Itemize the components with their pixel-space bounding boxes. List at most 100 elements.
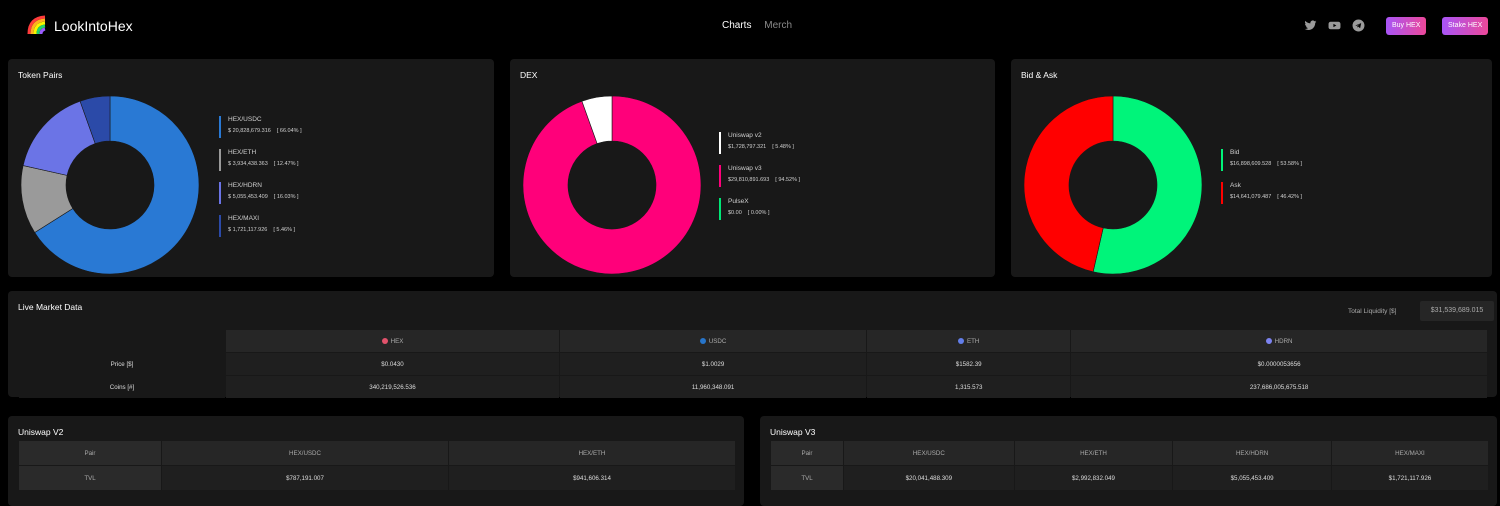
card-title: Bid & Ask xyxy=(1021,70,1058,80)
legend-item-hex-eth[interactable]: HEX/ETH $ 3,934,438.363 [ 12.47% ] xyxy=(219,149,299,171)
table-row: TVL $20,041,488.309 $2,992,832.049 $5,05… xyxy=(771,466,1488,490)
stake-hex-button[interactable]: Stake HEX xyxy=(1442,17,1489,35)
legend-name: PulseX xyxy=(728,198,749,205)
legend-percent: [ 46.42% ] xyxy=(1277,194,1303,200)
table-cell: $5,055,453.409 xyxy=(1173,466,1331,490)
legend-item-pulsex[interactable]: PulseX $0.00 [ 0.00% ] xyxy=(719,198,769,220)
youtube-icon[interactable] xyxy=(1328,19,1341,32)
table-header-row: Pair HEX/USDC HEX/ETH HEX/HDRN HEX/MAXI xyxy=(771,441,1488,465)
legend-name: HEX/HDRN xyxy=(228,182,262,189)
legend-percent: [ 5.46% ] xyxy=(273,227,296,233)
legend-name: HEX/MAXI xyxy=(228,215,260,222)
legend-percent: [ 94.52% ] xyxy=(775,177,801,183)
dex-card: DEX Uniswap v2 $1,728,797.321 [ 5.48% ] U… xyxy=(510,59,995,277)
card-title: Uniswap V2 xyxy=(18,427,64,437)
legend-item-hex-maxi[interactable]: HEX/MAXI $ 1,721,117.926 [ 5.46% ] xyxy=(219,215,295,237)
table-row: Coins [#] 340,219,526.536 11,960,348.091… xyxy=(19,376,1487,398)
table-cell: 1,315.573 xyxy=(867,376,1071,398)
legend-value: $0.00 xyxy=(728,210,742,216)
brand-name[interactable]: LookIntoHex xyxy=(54,18,133,34)
table-cell: $1,721,117.926 xyxy=(1331,466,1488,490)
legend-item-uniswap-v2[interactable]: Uniswap v2 $1,728,797.321 [ 5.48% ] xyxy=(719,132,794,154)
table-cell: $787,191.007 xyxy=(162,466,448,490)
legend-name: HEX/USDC xyxy=(228,116,262,123)
column-header: HEX/USDC xyxy=(844,441,1014,465)
telegram-icon[interactable] xyxy=(1352,19,1365,32)
table-cell: $20,041,488.309 xyxy=(844,466,1014,490)
row-label: TVL xyxy=(771,466,843,490)
twitter-icon[interactable] xyxy=(1304,19,1317,32)
rainbow-logo-icon[interactable] xyxy=(26,14,48,36)
legend-value: $14,641,079.487 xyxy=(1230,194,1272,200)
legend-item-ask[interactable]: Ask $14,641,079.487 [ 46.42% ] xyxy=(1221,182,1302,204)
card-title: Token Pairs xyxy=(18,70,63,80)
legend-item-hex-hdrn[interactable]: HEX/HDRN $ 5,055,453.409 [ 16.03% ] xyxy=(219,182,299,204)
table-header-row: Pair HEX/USDC HEX/ETH xyxy=(19,441,735,465)
legend-name: Bid xyxy=(1230,149,1240,156)
column-header-usdc: USDC xyxy=(559,330,867,352)
market-table: HEX USDC ETH HDRN Price [$] $0.0430 $1.0… xyxy=(18,329,1488,399)
legend-name: Uniswap v2 xyxy=(728,132,762,139)
social-links xyxy=(1304,19,1365,32)
table-cell: 237,686,005,675.518 xyxy=(1071,376,1487,398)
legend-value: $ 3,934,438.363 xyxy=(228,161,268,167)
top-bar: LookIntoHex Charts Merch Buy HEX Stake H… xyxy=(0,0,1500,52)
bid-ask-card: Bid & Ask Bid $16,898,609.528[ 53.58% ] … xyxy=(1011,59,1492,277)
column-header-hdrn: HDRN xyxy=(1071,330,1487,352)
table-row: TVL $787,191.007 $941,606.314 xyxy=(19,466,735,490)
column-header: HEX/ETH xyxy=(1014,441,1173,465)
legend-value: $ 5,055,453.409 xyxy=(228,194,268,200)
table-row: Price [$] $0.0430 $1.0029 $1582.39 $0.00… xyxy=(19,353,1487,375)
row-label: Price [$] xyxy=(19,353,225,375)
legend-value: $1,728,797.321 xyxy=(728,144,767,150)
dex-donut[interactable] xyxy=(522,95,702,275)
column-header: HEX/HDRN xyxy=(1173,441,1331,465)
nav-merch[interactable]: Merch xyxy=(764,20,792,31)
legend-percent: [ 12.47% ] xyxy=(273,161,299,167)
legend-name: Ask xyxy=(1230,182,1241,189)
table-cell: $2,992,832.049 xyxy=(1014,466,1173,490)
token-pairs-card: Token Pairs HEX/USDC $ 20,828,679.316 [ 6… xyxy=(8,59,494,277)
usdc-coin-icon xyxy=(699,337,706,344)
token-pairs-donut[interactable] xyxy=(20,95,200,275)
buy-hex-button[interactable]: Buy HEX xyxy=(1386,17,1427,35)
table-cell: $1.0029 xyxy=(559,353,867,375)
legend-value: $29,810,891.693 xyxy=(728,177,770,183)
column-header: HEX/MAXI xyxy=(1331,441,1488,465)
legend-percent: [ 66.04% ] xyxy=(276,128,302,134)
legend-value: $ 1,721,117.926 xyxy=(228,227,268,233)
empty-header-cell xyxy=(19,330,225,352)
hex-coin-icon xyxy=(381,337,388,344)
column-label: ETH xyxy=(967,337,980,345)
legend-item-bid[interactable]: Bid $16,898,609.528 [ 53.58% ] xyxy=(1221,149,1302,171)
card-title: Uniswap V3 xyxy=(770,427,816,437)
nav-charts[interactable]: Charts xyxy=(722,20,751,31)
row-label: Coins [#] xyxy=(19,376,225,398)
uniswap-v3-card: Uniswap V3 Pair HEX/USDC HEX/ETH HEX/HDR… xyxy=(760,416,1497,506)
card-title: DEX xyxy=(520,70,538,80)
table-cell: 11,960,348.091 xyxy=(559,376,867,398)
legend-percent: [ 16.03% ] xyxy=(273,194,299,200)
bid-ask-donut[interactable] xyxy=(1023,95,1203,275)
table-cell: $0.0000053656 xyxy=(1071,353,1487,375)
legend-item-hex-usdc[interactable]: HEX/USDC $ 20,828,679.316 [ 66.04% ] xyxy=(219,116,302,138)
column-label: HEX xyxy=(390,337,404,345)
column-header-hex: HEX xyxy=(226,330,559,352)
column-header: HEX/USDC xyxy=(162,441,448,465)
row-label: TVL xyxy=(19,466,161,490)
legend-percent: [ 53.58% ] xyxy=(1277,161,1303,167)
column-header-eth: ETH xyxy=(867,330,1071,352)
table-cell: $941,606.314 xyxy=(449,466,735,490)
column-label: HDRN xyxy=(1274,337,1293,345)
legend-percent: [ 0.00% ] xyxy=(747,210,770,216)
total-liquidity-value: $31,539,689.015 xyxy=(1420,301,1494,321)
total-liquidity-label: Total Liquidity [$] xyxy=(1348,308,1397,315)
uniswap-v2-card: Uniswap V2 Pair HEX/USDC HEX/ETH TVL $78… xyxy=(8,416,744,506)
table-cell: 340,219,526.536 xyxy=(226,376,559,398)
column-label: USDC xyxy=(708,337,727,345)
uniswap-v3-table: Pair HEX/USDC HEX/ETH HEX/HDRN HEX/MAXI … xyxy=(770,440,1489,491)
column-header: Pair xyxy=(771,441,843,465)
uniswap-v2-table: Pair HEX/USDC HEX/ETH TVL $787,191.007 $… xyxy=(18,440,736,491)
legend-item-uniswap-v3[interactable]: Uniswap v3 $29,810,891.693 [ 94.52% ] xyxy=(719,165,800,187)
legend-value: $16,898,609.528 xyxy=(1230,161,1272,167)
